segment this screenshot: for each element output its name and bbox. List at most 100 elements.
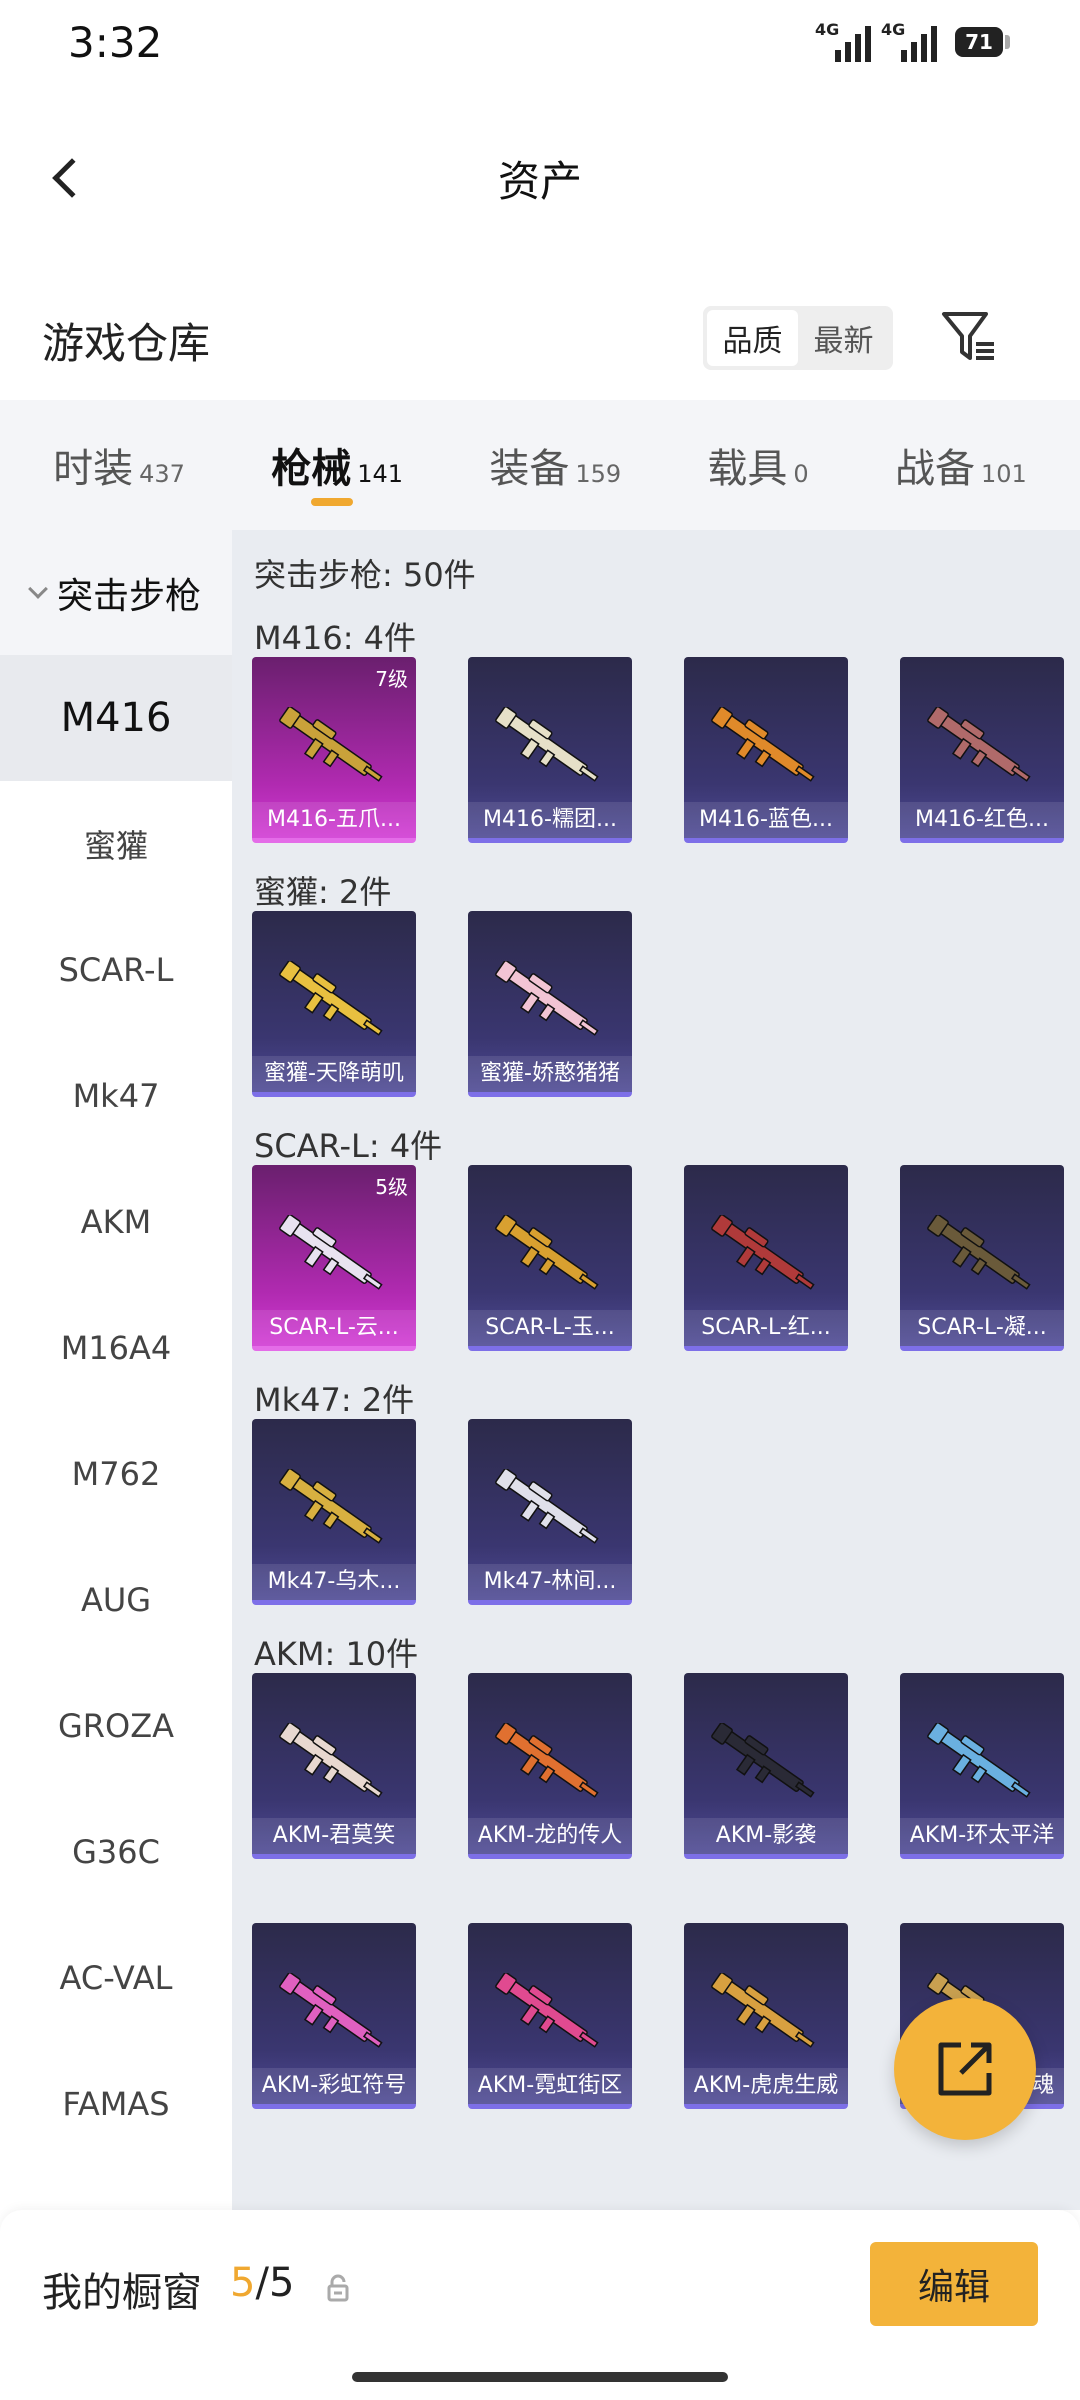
skin-card[interactable]: Mk47-林间...	[468, 1419, 632, 1605]
status-bar: 3:32 4G 4G 71	[0, 0, 1080, 90]
tab-supplies[interactable]: 战备 101	[895, 436, 1027, 494]
weapon-sidebar: 突击步枪 M416 蜜獾 SCAR-L Mk47 AKM M16A4 M762 …	[0, 530, 232, 2210]
skin-name: Mk47-乌木...	[252, 1564, 416, 1600]
rifle-icon	[495, 707, 599, 782]
rifle-icon	[711, 1215, 815, 1290]
skin-name: Mk47-林间...	[468, 1564, 632, 1600]
skin-card[interactable]: SCAR-L-玉...	[468, 1165, 632, 1351]
sidebar-item-ac-val[interactable]: AC-VAL	[0, 1915, 232, 2041]
tab-vehicles[interactable]: 载具 0	[707, 436, 808, 494]
rifle-icon	[279, 1723, 383, 1798]
showcase-max: 5	[268, 2260, 295, 2306]
tab-count: 159	[575, 460, 622, 488]
skin-card[interactable]: 蜜獾-娇憨猪猪	[468, 911, 632, 1097]
skin-card[interactable]: SCAR-L-凝...	[900, 1165, 1064, 1351]
skin-name: AKM-影袭	[684, 1818, 848, 1854]
sidebar-item-famas[interactable]: FAMAS	[0, 2041, 232, 2167]
filter-icon	[942, 312, 994, 360]
lock-icon	[327, 2274, 349, 2302]
skin-name: M416-蓝色...	[684, 802, 848, 838]
skin-name: SCAR-L-凝...	[900, 1310, 1064, 1346]
share-button[interactable]	[894, 1998, 1036, 2140]
skin-card[interactable]: AKM-霓虹街区	[468, 1923, 632, 2109]
sidebar-item-groza[interactable]: GROZA	[0, 1663, 232, 1789]
skin-name: AKM-环太平洋	[900, 1818, 1064, 1854]
sidebar-group-label: 突击步枪	[56, 575, 201, 617]
skin-card[interactable]: AKM-虎虎生威	[684, 1923, 848, 2109]
status-time: 3:32	[68, 18, 163, 67]
skin-card[interactable]: Mk47-乌木...	[252, 1419, 416, 1605]
skin-grid: AKM-君莫笑 AKM-龙的传人 AKM-影袭 AKM-环太平洋	[252, 1673, 1064, 1859]
skin-card[interactable]: 7级 M416-五爪...	[252, 657, 416, 843]
level-badge: 5级	[375, 1175, 408, 1199]
rifle-icon	[495, 1723, 599, 1798]
filter-button[interactable]	[940, 310, 1000, 366]
rifle-icon	[927, 707, 1031, 782]
skin-card[interactable]: AKM-君莫笑	[252, 1673, 416, 1859]
tab-label: 装备	[489, 446, 570, 492]
skin-card[interactable]: SCAR-L-红...	[684, 1165, 848, 1351]
tab-count: 101	[980, 460, 1027, 488]
tab-equipment[interactable]: 装备 159	[489, 436, 621, 494]
skin-name: 蜜獾-天降萌叽	[252, 1056, 416, 1092]
sidebar-item-aug[interactable]: AUG	[0, 1537, 232, 1663]
sidebar-item-scar-l[interactable]: SCAR-L	[0, 907, 232, 1033]
sort-quality-button[interactable]: 品质	[707, 310, 798, 366]
sidebar-item-akm[interactable]: AKM	[0, 1159, 232, 1285]
rifle-icon	[711, 1973, 815, 2048]
rifle-icon	[279, 1973, 383, 2048]
skin-card[interactable]: AKM-影袭	[684, 1673, 848, 1859]
active-tab-indicator	[311, 498, 354, 506]
skin-grid: Mk47-乌木... Mk47-林间...	[252, 1419, 632, 1605]
sidebar-item-m16a4[interactable]: M16A4	[0, 1285, 232, 1411]
skin-card[interactable]: M416-红色...	[900, 657, 1064, 843]
skin-name: SCAR-L-红...	[684, 1310, 848, 1346]
skin-card[interactable]: 蜜獾-天降萌叽	[252, 911, 416, 1097]
rifle-icon	[495, 1215, 599, 1290]
chevron-left-icon	[52, 158, 92, 198]
skin-name: AKM-虎虎生威	[684, 2068, 848, 2104]
skin-card[interactable]: AKM-环太平洋	[900, 1673, 1064, 1859]
showcase-current: 5	[230, 2260, 256, 2306]
home-indicator	[352, 2372, 728, 2382]
sort-latest-button[interactable]: 最新	[798, 310, 889, 366]
status-indicators: 4G 4G 71	[815, 20, 1010, 62]
skin-card[interactable]: M416-糯团...	[468, 657, 632, 843]
sidebar-item-g36c[interactable]: G36C	[0, 1789, 232, 1915]
tab-firearms[interactable]: 枪械 141	[271, 436, 403, 506]
skin-name: M416-五爪...	[252, 802, 416, 838]
skin-card[interactable]: M416-蓝色...	[684, 657, 848, 843]
sidebar-item-m416[interactable]: M416	[0, 655, 232, 781]
sidebar-group-assault-rifle[interactable]: 突击步枪	[0, 530, 232, 655]
tab-count: 437	[139, 460, 185, 488]
sort-toggle: 品质 最新	[703, 306, 893, 370]
skin-card[interactable]: 5级 SCAR-L-云...	[252, 1165, 416, 1351]
tab-count: 0	[793, 460, 809, 488]
showcase-separator: /	[255, 2260, 269, 2306]
skin-card[interactable]: AKM-龙的传人	[468, 1673, 632, 1859]
tab-label: 枪械	[271, 446, 352, 492]
section-title: 蜜獾: 2件	[254, 873, 392, 911]
tab-fashion[interactable]: 时装 437	[53, 436, 185, 494]
rifle-icon	[927, 1723, 1031, 1798]
rifle-icon	[495, 961, 599, 1036]
skin-card[interactable]: AKM-彩虹符号	[252, 1923, 416, 2109]
edit-button[interactable]: 编辑	[870, 2242, 1038, 2326]
tab-label: 时装	[53, 446, 134, 492]
sidebar-item-honey-badger[interactable]: 蜜獾	[0, 781, 232, 907]
section-title: M416: 4件	[254, 619, 417, 657]
rifle-icon	[279, 1215, 383, 1290]
sidebar-item-m762[interactable]: M762	[0, 1411, 232, 1537]
skin-name: 蜜獾-娇憨猪猪	[468, 1056, 632, 1092]
weapon-content: 突击步枪: 50件 M416: 4件 7级 M416-五爪... M416-糯团...…	[232, 530, 1080, 2210]
rifle-icon	[927, 1215, 1031, 1290]
skin-grid: 蜜獾-天降萌叽 蜜獾-娇憨猪猪	[252, 911, 632, 1097]
skin-name: AKM-君莫笑	[252, 1818, 416, 1854]
showcase-count: 5/5	[230, 2260, 294, 2306]
rifle-icon	[279, 707, 383, 782]
skin-name: M416-红色...	[900, 802, 1064, 838]
rifle-icon	[495, 1973, 599, 2048]
network-type-label-2: 4G	[881, 20, 906, 39]
back-button[interactable]	[36, 148, 96, 208]
sidebar-item-mk47[interactable]: Mk47	[0, 1033, 232, 1159]
